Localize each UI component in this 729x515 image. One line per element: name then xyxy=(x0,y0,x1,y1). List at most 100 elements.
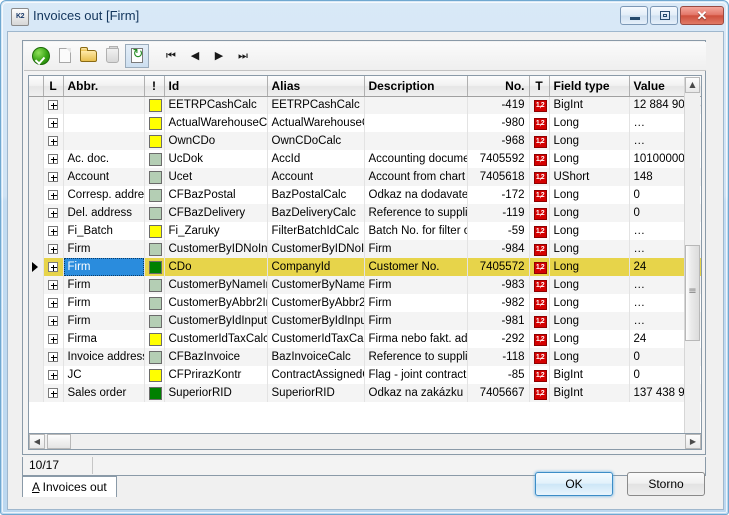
cell-description[interactable]: Odkaz na dodavatelе xyxy=(364,186,468,204)
row-selector-cell[interactable] xyxy=(29,114,44,132)
cell-fieldtype[interactable]: Long xyxy=(549,348,630,366)
cell-description[interactable]: Accounting documen xyxy=(364,150,468,168)
cell-fieldtype[interactable]: BigInt xyxy=(549,384,630,402)
vertical-scroll-thumb[interactable] xyxy=(685,245,700,341)
cell-fieldtype[interactable]: BigInt xyxy=(549,96,630,114)
cell-flag[interactable] xyxy=(144,204,165,222)
expand-plus-icon[interactable] xyxy=(48,135,58,146)
row-selector-cell[interactable] xyxy=(29,294,44,312)
cell-type[interactable]: 1,2 xyxy=(529,132,550,150)
table-row[interactable]: Account Ucet Account Account from chart c 74… xyxy=(29,168,701,186)
first-record-button[interactable]: ⏮ xyxy=(159,44,183,68)
cell-alias[interactable]: SuperiorRID xyxy=(267,384,365,402)
maximize-button[interactable] xyxy=(650,6,678,25)
tab-invoices-out[interactable]: A Invoices out xyxy=(22,476,117,497)
cell-flag[interactable] xyxy=(144,132,165,150)
cell-alias[interactable]: CustomerByNameInp xyxy=(267,276,365,294)
cell-no[interactable]: -981 xyxy=(467,312,530,330)
expand-plus-icon[interactable] xyxy=(48,369,58,380)
table-row[interactable]: ActualWarehouseCaActualWarehouseCal -9801… xyxy=(29,114,701,132)
cancel-button[interactable]: Storno xyxy=(627,472,705,496)
cell-fieldtype[interactable]: Long xyxy=(549,258,630,276)
cell-description[interactable]: Reference to supplie xyxy=(364,204,468,222)
table-row[interactable]: Invoice address CFBazInvoice BazInvoiceCal… xyxy=(29,348,701,366)
cell-abbr[interactable] xyxy=(63,96,145,114)
row-expander-cell[interactable] xyxy=(43,312,64,330)
cell-id[interactable]: CustomerByAbbr2Ir xyxy=(164,294,268,312)
row-selector-cell[interactable] xyxy=(29,240,44,258)
delete-button[interactable] xyxy=(101,44,125,68)
cell-alias[interactable]: ActualWarehouseCal xyxy=(267,114,365,132)
cell-id[interactable]: CustomerByIdInput xyxy=(164,312,268,330)
last-record-button[interactable]: ⏭ xyxy=(231,44,255,68)
cell-fieldtype[interactable]: Long xyxy=(549,240,630,258)
cell-type[interactable]: 1,2 xyxy=(529,96,550,114)
cell-abbr[interactable]: Firm xyxy=(63,312,145,330)
table-row[interactable]: Sales order SuperiorRID SuperiorRID Odkaz n… xyxy=(29,384,701,402)
cell-no[interactable]: -292 xyxy=(467,330,530,348)
table-row[interactable]: EETRPCashCalc EETRPCashCalc -419 1,2 BigInt 1… xyxy=(29,96,701,114)
expand-plus-icon[interactable] xyxy=(48,171,58,182)
cell-id[interactable]: CFPrirazKontr xyxy=(164,366,268,384)
row-expander-cell[interactable] xyxy=(43,348,64,366)
cell-fieldtype[interactable]: BigInt xyxy=(549,366,630,384)
scroll-right-button[interactable]: ▶ xyxy=(685,434,701,449)
cell-description[interactable]: Firm xyxy=(364,312,468,330)
row-expander-cell[interactable] xyxy=(43,204,64,222)
column-header-alias[interactable]: Alias xyxy=(267,76,365,97)
cell-flag[interactable] xyxy=(144,150,165,168)
cell-flag[interactable] xyxy=(144,240,165,258)
column-header-t[interactable]: T xyxy=(529,76,550,97)
row-selector-cell[interactable] xyxy=(29,366,44,384)
column-header-flag[interactable]: ! xyxy=(144,76,165,97)
cell-alias[interactable]: BazDeliveryCalc xyxy=(267,204,365,222)
new-button[interactable] xyxy=(53,44,77,68)
close-button[interactable]: ✕ xyxy=(680,6,724,25)
cell-abbr[interactable]: Invoice address xyxy=(63,348,145,366)
cell-abbr[interactable]: Account xyxy=(63,168,145,186)
cell-id[interactable]: ActualWarehouseCa xyxy=(164,114,268,132)
cell-type[interactable]: 1,2 xyxy=(529,258,550,276)
cell-no[interactable]: 7405667 xyxy=(467,384,530,402)
column-header-id[interactable]: Id xyxy=(164,76,268,97)
cell-type[interactable]: 1,2 xyxy=(529,114,550,132)
cell-description[interactable]: Firma nebo fakt. adr xyxy=(364,330,468,348)
cell-alias[interactable]: CustomerByIdInputC xyxy=(267,312,365,330)
cell-fieldtype[interactable]: Long xyxy=(549,186,630,204)
cell-id[interactable]: CDo xyxy=(164,258,268,276)
cell-type[interactable]: 1,2 xyxy=(529,312,550,330)
cell-fieldtype[interactable]: Long xyxy=(549,114,630,132)
row-selector-cell[interactable] xyxy=(29,150,44,168)
table-row[interactable]: Firm CDo CompanyId Customer No. 7405572 1,2 Lo… xyxy=(29,258,701,276)
expand-plus-icon[interactable] xyxy=(48,100,58,111)
cell-fieldtype[interactable]: Long xyxy=(549,294,630,312)
row-expander-cell[interactable] xyxy=(43,222,64,240)
cell-flag[interactable] xyxy=(144,348,165,366)
cell-no[interactable]: -119 xyxy=(467,204,530,222)
row-selector-cell[interactable] xyxy=(29,348,44,366)
confirm-button[interactable] xyxy=(29,44,53,68)
cell-type[interactable]: 1,2 xyxy=(529,384,550,402)
cell-flag[interactable] xyxy=(144,276,165,294)
row-selector-cell[interactable] xyxy=(29,204,44,222)
focused-cell[interactable]: Firm xyxy=(63,258,143,276)
cell-type[interactable]: 1,2 xyxy=(529,186,550,204)
table-row[interactable]: Firma CustomerIdTaxCalc CustomerIdTaxCalc F… xyxy=(29,330,701,348)
cell-alias[interactable]: EETRPCashCalc xyxy=(267,96,365,114)
grid-horizontal-scrollbar[interactable]: ◀ ▶ xyxy=(28,433,702,450)
table-row[interactable]: Del. address CFBazDelivery BazDeliveryCalc… xyxy=(29,204,701,222)
row-selector-cell[interactable] xyxy=(29,384,44,402)
row-expander-cell[interactable] xyxy=(43,258,64,276)
row-expander-cell[interactable] xyxy=(43,96,64,114)
cell-description[interactable] xyxy=(364,114,468,132)
next-record-button[interactable]: ▶ xyxy=(207,44,231,68)
cell-type[interactable]: 1,2 xyxy=(529,348,550,366)
row-expander-cell[interactable] xyxy=(43,330,64,348)
cell-abbr[interactable]: Firm xyxy=(63,240,145,258)
scroll-up-button[interactable]: ▲ xyxy=(685,77,700,93)
cell-description[interactable]: Reference to supplie xyxy=(364,348,468,366)
expand-plus-icon[interactable] xyxy=(48,279,58,290)
cell-fieldtype[interactable]: Long xyxy=(549,330,630,348)
cell-fieldtype[interactable]: Long xyxy=(549,312,630,330)
expand-plus-icon[interactable] xyxy=(48,207,58,218)
